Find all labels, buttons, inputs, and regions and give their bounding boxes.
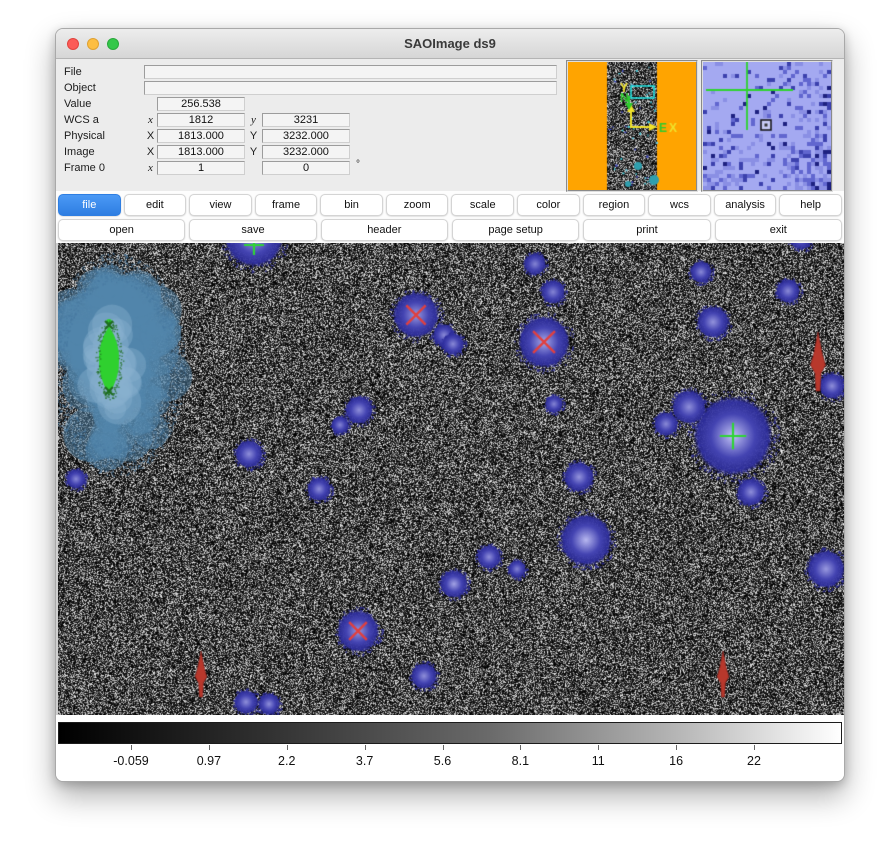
info-label: Physical [56, 130, 144, 142]
menu-zoom[interactable]: zoom [386, 194, 449, 216]
colorbar-tick-label: 11 [592, 754, 605, 768]
colorbar-tick [676, 745, 677, 750]
colorbar-tick-label: 5.6 [434, 754, 451, 768]
info-field[interactable] [144, 65, 557, 79]
colorbar-tick [131, 745, 132, 750]
minimize-button[interactable] [87, 38, 99, 50]
info-label: File [56, 66, 144, 78]
info-panel: FileObjectValue256.538WCS ax1812y3231Phy… [56, 59, 844, 191]
axis-label: X [144, 146, 157, 158]
colorbar[interactable]: -0.059 0.97 2.2 3.7 5.6 8.1 11 16 22 [56, 715, 844, 782]
panner-canvas[interactable] [568, 62, 696, 190]
exit-button[interactable]: exit [715, 219, 842, 241]
colorbar-tick-label: -0.059 [113, 754, 148, 768]
menu-view[interactable]: view [189, 194, 252, 216]
zoom-button[interactable] [107, 38, 119, 50]
info-field[interactable]: 0 [262, 161, 350, 175]
menu-wcs[interactable]: wcs [648, 194, 711, 216]
menu-bar: fileeditviewframebinzoomscalecolorregion… [58, 194, 842, 216]
axis-label: X [144, 130, 157, 142]
magnifier-canvas[interactable] [703, 62, 831, 190]
info-label: Value [56, 98, 144, 110]
colorbar-tick [365, 745, 366, 750]
app-window: SAOImage ds9 File Object Value 256.538 WCS a… [55, 28, 845, 782]
save-button[interactable]: save [189, 219, 316, 241]
menu-file[interactable]: file [58, 194, 121, 216]
colorbar-tick [287, 745, 288, 750]
action-bar: opensaveheaderpage setupprintexit [58, 219, 842, 241]
colorbar-tick-label: 3.7 [356, 754, 373, 768]
colorbar-gradient[interactable] [58, 722, 842, 744]
info-field[interactable]: 3232.000 [262, 129, 350, 143]
info-label: Object [56, 82, 144, 94]
info-field[interactable]: 1812 [157, 113, 245, 127]
image-section [56, 243, 844, 715]
info-field[interactable]: 3231 [262, 113, 350, 127]
axis-label: Y [245, 130, 262, 142]
header-button[interactable]: header [321, 219, 448, 241]
axis-label: y [245, 114, 262, 126]
info-field[interactable]: 3232.000 [262, 145, 350, 159]
info-label: Frame 0 [56, 162, 144, 174]
info-field[interactable]: 1 [157, 161, 245, 175]
open-button[interactable]: open [58, 219, 185, 241]
menu-help[interactable]: help [779, 194, 842, 216]
info-label: WCS a [56, 114, 144, 126]
menu-analysis[interactable]: analysis [714, 194, 777, 216]
info-field[interactable]: 256.538 [157, 97, 245, 111]
colorbar-tick-label: 8.1 [512, 754, 529, 768]
colorbar-tick [209, 745, 210, 750]
window-title: SAOImage ds9 [56, 29, 844, 58]
print-button[interactable]: print [583, 219, 710, 241]
page-setup-button[interactable]: page setup [452, 219, 579, 241]
panner[interactable] [566, 60, 698, 192]
axis-label: Y [245, 146, 262, 158]
info-field[interactable]: 1813.000 [157, 129, 245, 143]
info-field[interactable] [144, 81, 557, 95]
title-bar[interactable]: SAOImage ds9 [56, 29, 844, 59]
main-image-canvas[interactable] [58, 243, 844, 715]
menu-color[interactable]: color [517, 194, 580, 216]
coordinate-readouts: FileObjectValue256.538WCS ax1812y3231Phy… [56, 64, 561, 176]
degree-symbol: ° [356, 159, 360, 170]
axis-label: x [144, 162, 157, 174]
info-field[interactable]: 1813.000 [157, 145, 245, 159]
menu-bin[interactable]: bin [320, 194, 383, 216]
colorbar-tick [443, 745, 444, 750]
info-label: Image [56, 146, 144, 158]
colorbar-tick [598, 745, 599, 750]
colorbar-tick-label: 16 [669, 754, 683, 768]
menu-section: fileeditviewframebinzoomscalecolorregion… [56, 191, 844, 243]
colorbar-tick-label: 0.97 [197, 754, 221, 768]
menu-scale[interactable]: scale [451, 194, 514, 216]
close-button[interactable] [67, 38, 79, 50]
axis-label: x [144, 114, 157, 126]
magnifier[interactable] [701, 60, 833, 192]
menu-edit[interactable]: edit [124, 194, 187, 216]
colorbar-tick-label: 22 [747, 754, 761, 768]
colorbar-tick-label: 2.2 [278, 754, 295, 768]
menu-frame[interactable]: frame [255, 194, 318, 216]
colorbar-tick [754, 745, 755, 750]
menu-region[interactable]: region [583, 194, 646, 216]
colorbar-tick [520, 745, 521, 750]
